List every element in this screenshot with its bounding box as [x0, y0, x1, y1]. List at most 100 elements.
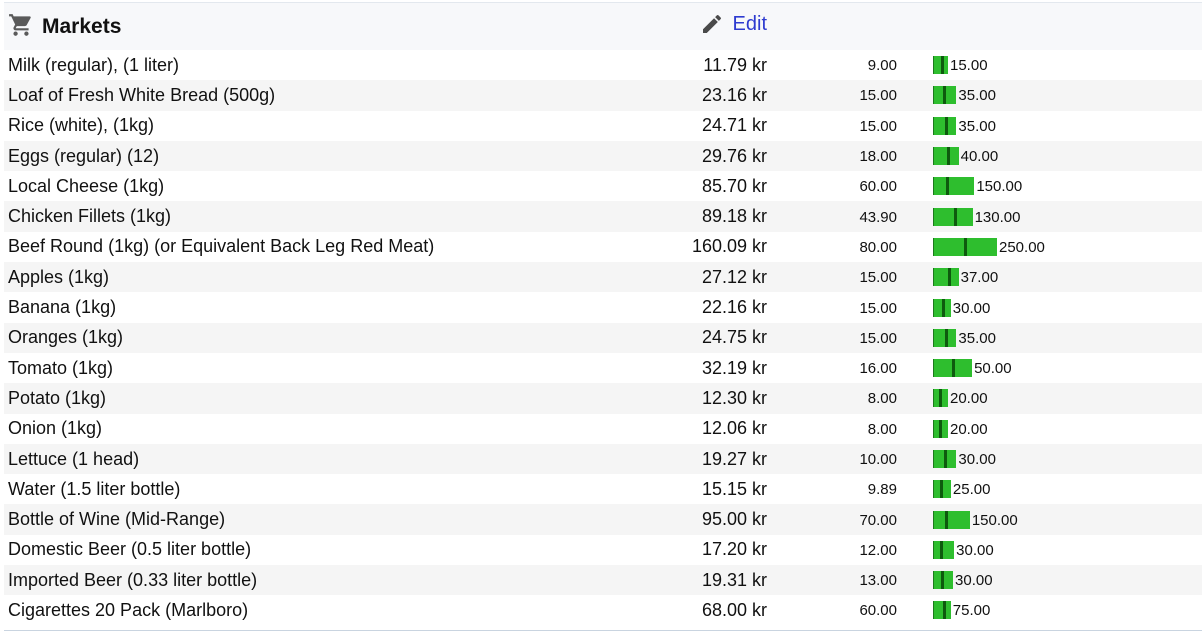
range-bar-fill	[933, 298, 951, 317]
item-name: Water (1.5 liter bottle)	[8, 478, 181, 499]
range-current-marker	[964, 237, 967, 256]
price-range-cell: 15.00 35.00	[770, 322, 1202, 353]
item-price: 12.30 kr	[612, 383, 770, 414]
table-row: Oranges (1kg) 24.75 kr 15.00 35.00	[4, 322, 1202, 353]
range-max-label: 35.00	[958, 329, 996, 347]
range-max-label: 75.00	[952, 602, 991, 620]
range-max-label: 150.00	[971, 511, 1018, 529]
table-row: Lettuce (1 head) 19.27 kr 10.00 30.00	[4, 443, 1202, 475]
item-name: Cigarettes 20 Pack (Marlboro)	[8, 599, 249, 620]
price-range-bar: 60.00 150.00	[770, 171, 1202, 201]
range-min-label: 60.00	[859, 602, 897, 620]
range-current-marker	[947, 147, 950, 166]
range-bar-fill	[933, 389, 948, 408]
price-range-cell: 15.00 35.00	[770, 80, 1202, 111]
price-range-cell: 60.00 75.00	[770, 595, 1202, 625]
range-bar-fill	[933, 177, 975, 196]
range-max-label: 40.00	[960, 148, 999, 166]
range-bar-fill	[933, 510, 970, 529]
table-row: Potato (1kg) 12.30 kr 8.00 20.00	[4, 383, 1202, 414]
item-name: Apples (1kg)	[4, 262, 612, 293]
item-name: Loaf of Fresh White Bread (500g)	[4, 80, 612, 111]
table-row: Beef Round (1kg) (or Equivalent Back Leg…	[4, 232, 1202, 262]
range-current-marker	[943, 86, 946, 105]
range-max-label: 15.00	[950, 57, 988, 75]
range-current-marker	[952, 359, 955, 378]
category-header-row: Markets Edit	[4, 3, 1202, 50]
range-current-marker	[941, 571, 944, 590]
item-price: 29.76 kr	[612, 140, 770, 172]
price-range-bar: 43.90 130.00	[770, 202, 1202, 232]
table-row: Cigarettes 20 Pack (Marlboro) 68.00 kr 60.…	[4, 595, 1202, 625]
price-range-bar: 15.00 35.00	[770, 80, 1202, 110]
range-max-label: 150.00	[976, 178, 1023, 196]
range-max-label: 25.00	[952, 481, 991, 499]
range-max-label: 35.00	[958, 117, 996, 135]
item-name: Banana (1kg)	[8, 297, 117, 318]
price-range-bar: 16.00 50.00	[770, 353, 1202, 383]
price-range-bar: 12.00 30.00	[770, 535, 1202, 565]
range-bar-fill	[933, 480, 951, 499]
range-current-marker	[945, 510, 948, 529]
range-min-label: 43.90	[859, 208, 897, 226]
item-price: 15.15 kr	[701, 478, 767, 499]
table-row: Apples (1kg) 27.12 kr 15.00 37.00	[4, 262, 1202, 293]
price-range-cell: 70.00 150.00	[770, 504, 1202, 535]
range-min-label: 8.00	[867, 420, 897, 438]
range-bar-fill	[933, 540, 955, 559]
markets-table: Markets Edit Milk (regular), (1 liter) 11…	[4, 3, 1202, 626]
price-range-bar: 15.00 35.00	[770, 111, 1202, 141]
range-min-label: 16.00	[859, 360, 897, 378]
item-price: 95.00 kr	[612, 504, 770, 535]
price-range-cell: 60.00 150.00	[770, 171, 1202, 201]
range-max-label: 35.00	[958, 87, 996, 105]
range-min-label: 8.00	[867, 390, 897, 408]
item-price: 160.09 kr	[691, 236, 767, 257]
range-min-label: 70.00	[859, 511, 897, 529]
table-row: Banana (1kg) 22.16 kr 15.00 30.00	[4, 292, 1202, 322]
price-range-bar: 15.00 37.00	[770, 262, 1202, 292]
item-name: Domestic Beer (0.5 liter bottle)	[8, 539, 252, 560]
price-range-cell: 16.00 50.00	[770, 353, 1202, 383]
range-min-label: 13.00	[859, 572, 897, 590]
header-spacer	[770, 3, 1202, 50]
pencil-icon	[700, 12, 724, 36]
markets-panel: Markets Edit Milk (regular), (1 liter) 11…	[4, 2, 1202, 631]
range-min-label: 10.00	[859, 451, 897, 468]
item-price: 17.20 kr	[701, 539, 767, 560]
item-name: Oranges (1kg)	[4, 322, 612, 353]
price-range-cell: 9.00 15.00	[770, 50, 1202, 80]
price-range-bar: 8.00 20.00	[770, 383, 1202, 413]
item-name: Eggs (regular) (12)	[4, 140, 612, 172]
table-row: Loaf of Fresh White Bread (500g) 23.16 kr…	[4, 80, 1202, 111]
price-range-cell: 8.00 20.00	[770, 414, 1202, 444]
range-bar-fill	[933, 450, 957, 468]
item-price: 27.12 kr	[612, 262, 770, 293]
price-range-cell: 8.00 20.00	[770, 383, 1202, 414]
range-bar-fill	[933, 359, 973, 378]
range-max-label: 20.00	[950, 420, 988, 438]
price-range-bar: 15.00 30.00	[770, 293, 1202, 323]
table-row: Eggs (regular) (12) 29.76 kr 18.00 40.00	[4, 140, 1202, 172]
item-price: 23.16 kr	[612, 80, 770, 111]
range-current-marker	[954, 207, 957, 226]
price-range-cell: 12.00 30.00	[770, 535, 1202, 565]
table-row: Milk (regular), (1 liter) 11.79 kr 9.00 15.…	[4, 50, 1202, 80]
price-range-cell: 15.00 37.00	[770, 262, 1202, 293]
item-name: Milk (regular), (1 liter)	[8, 54, 180, 75]
item-price: 85.70 kr	[701, 175, 767, 196]
range-current-marker	[939, 419, 942, 438]
item-price: 12.06 kr	[701, 418, 767, 439]
shopping-cart-icon	[8, 12, 34, 38]
item-name: Bottle of Wine (Mid-Range)	[4, 504, 612, 535]
range-min-label: 60.00	[859, 178, 897, 196]
price-range-bar: 8.00 20.00	[770, 414, 1202, 444]
price-range-bar: 13.00 30.00	[770, 565, 1202, 595]
table-row: Rice (white), (1kg) 24.71 kr 15.00 35.00	[4, 111, 1202, 141]
range-max-label: 30.00	[952, 299, 991, 317]
table-row: Domestic Beer (0.5 liter bottle) 17.20 kr…	[4, 535, 1202, 565]
edit-button[interactable]: Edit	[700, 12, 767, 36]
range-min-label: 15.00	[859, 87, 897, 105]
price-range-bar: 70.00 150.00	[770, 505, 1202, 535]
range-current-marker	[946, 177, 949, 196]
